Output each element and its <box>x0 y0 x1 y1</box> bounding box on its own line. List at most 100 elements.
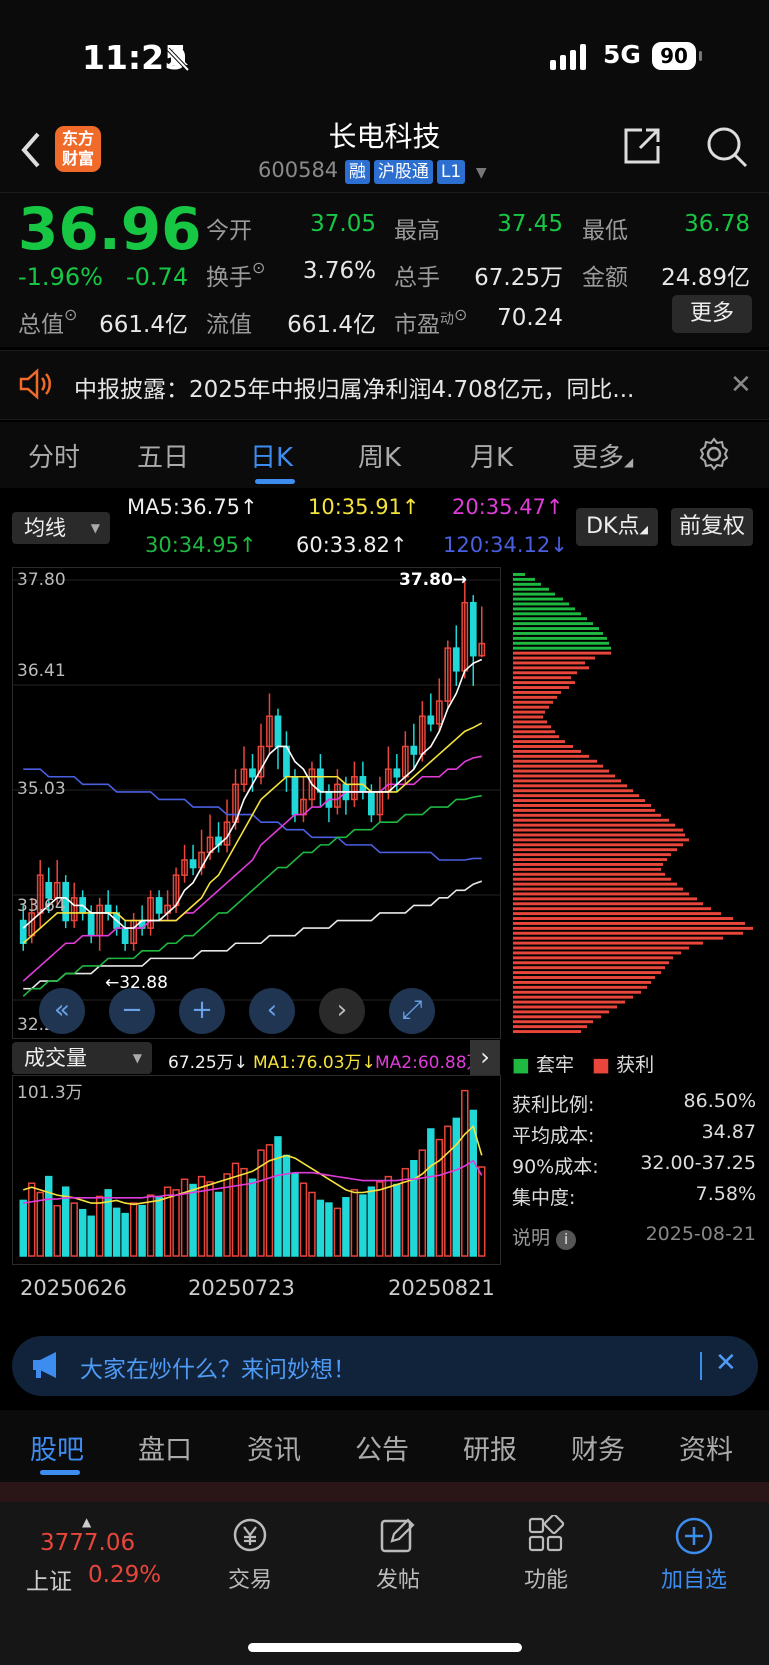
tab-orderbook[interactable]: 盘口 <box>138 1428 192 1467</box>
chip-bar <box>513 587 549 591</box>
add-watchlist-icon[interactable] <box>673 1515 715 1557</box>
volume-select[interactable]: 成交量 ▼ <box>12 1042 152 1074</box>
zoom-out-icon[interactable]: − <box>109 988 155 1034</box>
candle <box>427 715 435 725</box>
change-percent: -1.96% <box>18 263 103 291</box>
turnover-label[interactable]: 换手⊙ <box>206 258 265 292</box>
tab-announcements[interactable]: 公告 <box>355 1428 409 1467</box>
high-value: 37.45 <box>497 211 563 237</box>
y-tick-0: 37.80 <box>17 570 66 590</box>
chip-bar <box>513 818 669 822</box>
tab-research[interactable]: 研报 <box>463 1428 517 1467</box>
chip-bar <box>513 686 569 689</box>
collapse-arrow-icon[interactable]: ▲ <box>82 1515 91 1529</box>
tab-daily-k[interactable]: 日K <box>250 437 293 474</box>
chip-bar <box>513 754 589 758</box>
chip-bar <box>513 774 615 778</box>
adjust-button[interactable]: 前复权 <box>671 508 753 546</box>
volume-bar <box>427 1128 435 1257</box>
candle <box>87 912 95 937</box>
chip-bar <box>513 892 689 896</box>
prev-icon[interactable]: ‹ <box>249 988 295 1034</box>
chip-help[interactable]: 说明 i <box>512 1223 577 1250</box>
chip-bar <box>513 941 703 945</box>
chip-bar <box>513 597 563 601</box>
chip-bar <box>513 636 607 640</box>
chip-bar <box>513 705 549 709</box>
post-label[interactable]: 发帖 <box>370 1562 426 1594</box>
rewind-icon[interactable]: « <box>39 988 85 1034</box>
volume-bar <box>333 1207 342 1257</box>
chip-bar <box>513 759 597 763</box>
candle <box>155 897 163 914</box>
tab-intraday[interactable]: 分时 <box>28 437 80 474</box>
ma60-label: 60:33.82↑ <box>296 533 408 557</box>
functions-icon[interactable] <box>526 1515 566 1555</box>
settings-gear-icon[interactable] <box>697 437 731 471</box>
stock-code-row[interactable]: 600584 融沪股通 L1 ▼ <box>258 158 487 184</box>
mcap-label[interactable]: 总值⊙ <box>18 305 77 339</box>
chip-bar <box>513 946 689 950</box>
banner-divider <box>700 1352 702 1380</box>
share-icon[interactable] <box>620 124 664 168</box>
candle <box>189 859 197 869</box>
volume-chart[interactable]: 101.3万 <box>12 1075 501 1265</box>
expand-arrow-icon[interactable]: › <box>470 1040 500 1076</box>
chip-bar <box>513 631 603 635</box>
status-bar: 11:25 5G 90 <box>0 0 769 110</box>
tab-finance[interactable]: 财务 <box>571 1428 625 1467</box>
amount-label: 金额 <box>582 265 628 291</box>
tab-weekly-k[interactable]: 周K <box>358 437 401 474</box>
post-icon[interactable] <box>378 1515 418 1555</box>
tab-forum[interactable]: 股吧 <box>30 1428 84 1467</box>
zoom-in-icon[interactable]: + <box>179 988 225 1034</box>
close-banner-icon[interactable]: ✕ <box>715 1348 737 1378</box>
chip-bar <box>513 681 575 685</box>
pe-label[interactable]: 市盈动⊙ <box>394 305 467 339</box>
notice-text[interactable]: 中报披露：2025年中报归属净利润4.708亿元，同比... <box>74 370 694 404</box>
chip-bar <box>513 867 661 871</box>
chip-bar <box>513 1000 625 1004</box>
functions-label[interactable]: 功能 <box>518 1562 574 1594</box>
volume-bar <box>376 1181 384 1257</box>
chip-bar <box>513 980 651 984</box>
volume-bar <box>214 1191 223 1257</box>
tab-five-day[interactable]: 五日 <box>137 437 189 474</box>
dk-point-button[interactable]: DK点◢ <box>576 508 658 546</box>
search-icon[interactable] <box>704 124 750 170</box>
close-icon[interactable]: ✕ <box>730 370 752 400</box>
concentration-value: 7.58% <box>695 1183 756 1205</box>
tab-profile[interactable]: 资料 <box>679 1428 733 1467</box>
volume-bar <box>393 1183 401 1257</box>
ask-banner-text[interactable]: 大家在炒什么？来问妙想！ <box>80 1350 356 1384</box>
index-value[interactable]: 3777.06 <box>40 1530 135 1556</box>
battery-indicator: 90 <box>652 42 702 70</box>
fullscreen-icon[interactable]: ⤢ <box>389 988 435 1034</box>
chip-bar <box>513 951 681 955</box>
volume-bar <box>359 1194 367 1257</box>
dropdown-icon: ▼ <box>475 165 487 181</box>
chip-bar <box>513 735 559 739</box>
chip-bar <box>513 804 651 807</box>
indicator-select[interactable]: 均线 ▼ <box>12 512 110 544</box>
trade-label[interactable]: 交易 <box>222 1562 278 1594</box>
vol-ma1-label: MA1:76.03万↓ <box>253 1053 376 1073</box>
tab-more[interactable]: 更多◢ <box>572 437 633 474</box>
chip-bar <box>513 877 671 881</box>
volume-bar <box>299 1182 308 1257</box>
more-quote-button[interactable]: 更多 <box>672 295 752 333</box>
volume-bar <box>274 1136 282 1257</box>
chip-bar <box>513 725 551 729</box>
next-icon[interactable]: › <box>319 988 365 1034</box>
volume-bar <box>461 1089 469 1257</box>
chip-bar <box>513 641 609 645</box>
add-watchlist-label[interactable]: 加自选 <box>652 1562 736 1594</box>
tab-news[interactable]: 资讯 <box>247 1428 301 1467</box>
tab-monthly-k[interactable]: 月K <box>470 437 513 474</box>
vol-ma2-label: MA2:60.88万 <box>375 1053 484 1073</box>
volume-bar <box>146 1194 155 1257</box>
trade-icon[interactable] <box>228 1515 272 1555</box>
active-tab-indicator <box>255 479 295 484</box>
kline-chart[interactable]: 37.80 36.41 35.03 33.64 32.25 37.80→ ←32… <box>12 567 501 1039</box>
float-value: 661.4亿 <box>287 312 376 338</box>
